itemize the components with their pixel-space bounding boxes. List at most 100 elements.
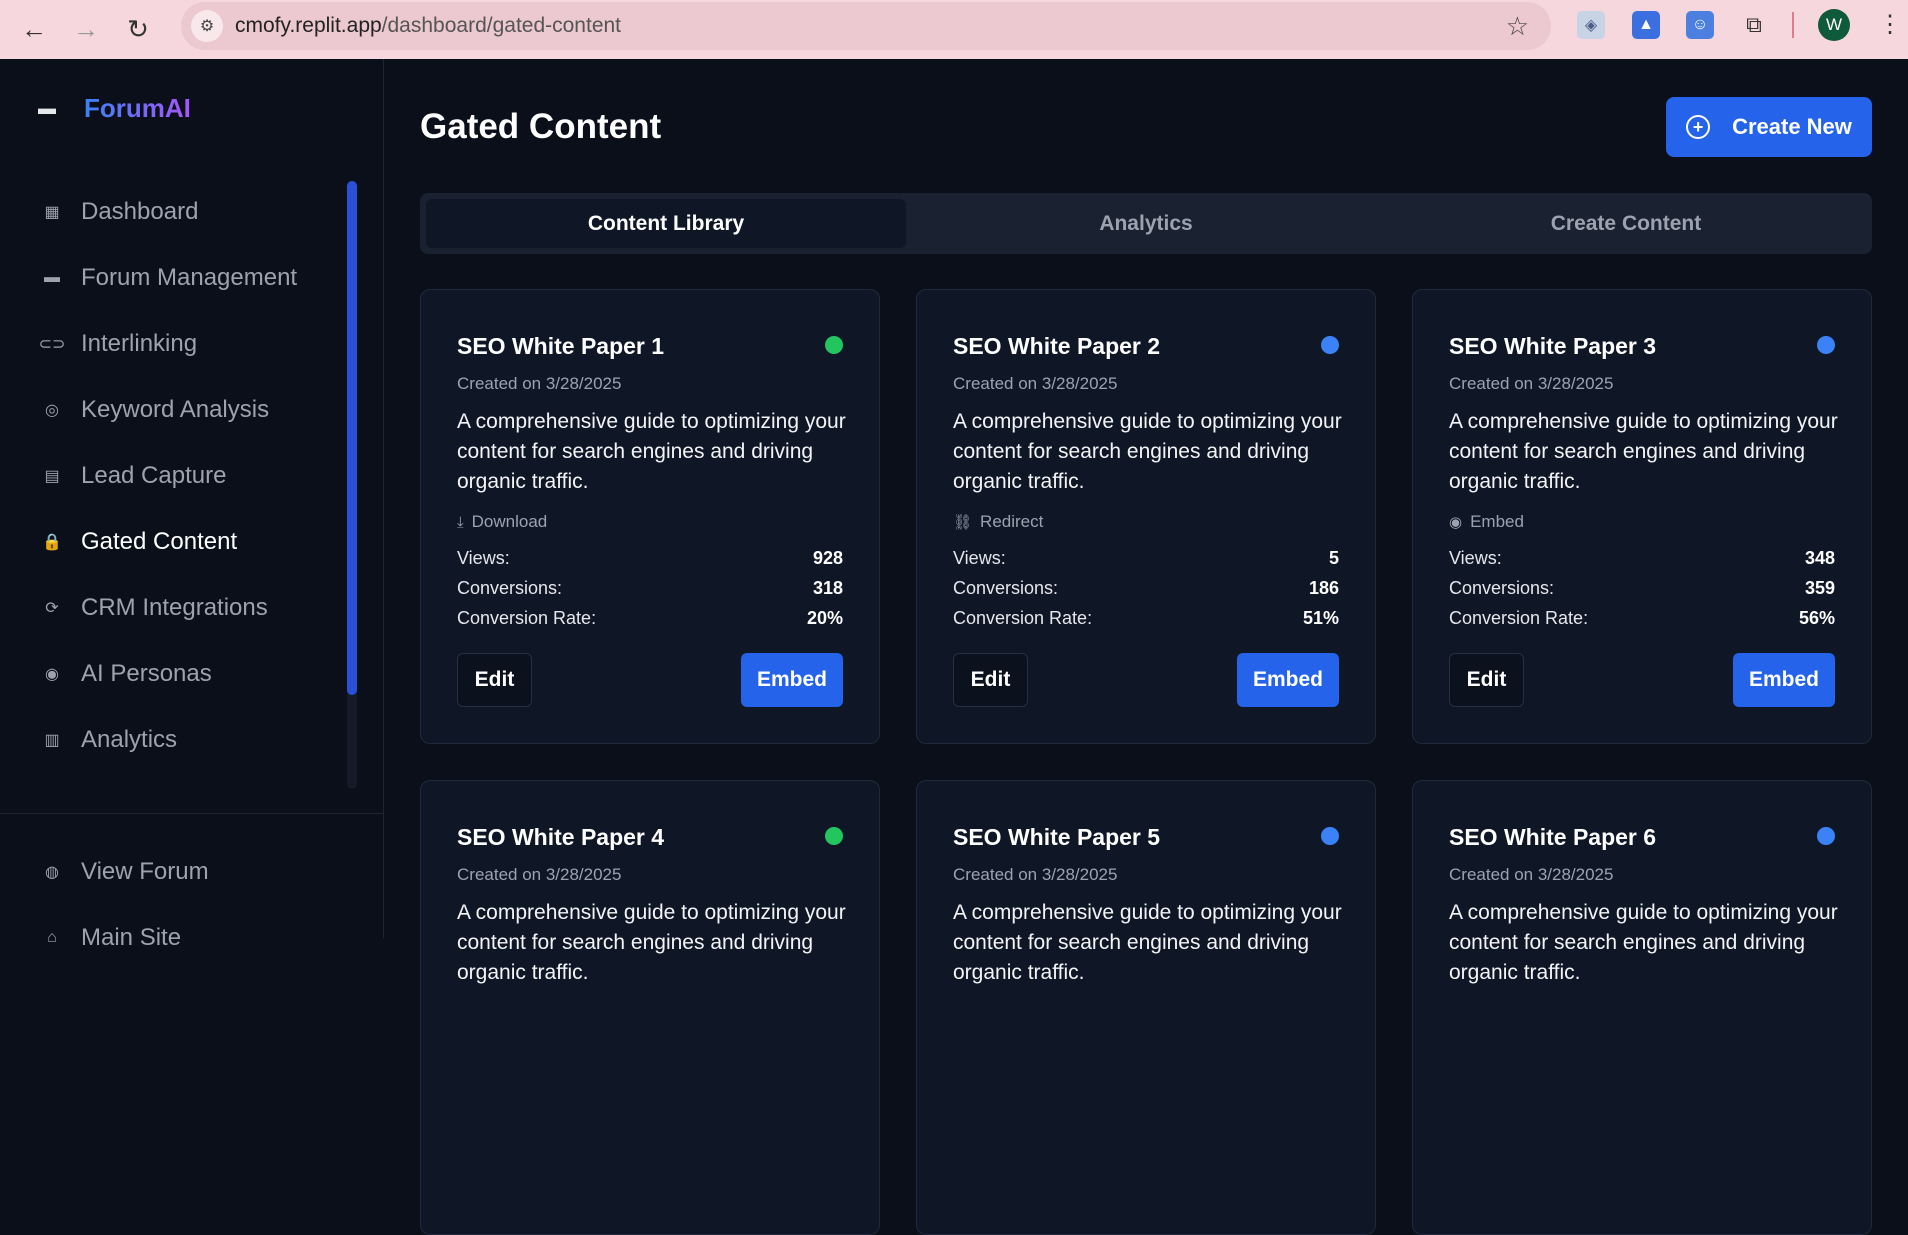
stat-label: Conversions: — [953, 578, 1059, 598]
content-card[interactable]: SEO White Paper 3 Created on 3/28/2025 A c… — [1412, 289, 1872, 744]
status-dot — [1321, 827, 1339, 845]
sidebar-item-label: Forum Management — [81, 264, 298, 291]
stat-label: Conversions: — [1449, 578, 1555, 598]
robot-extension-icon[interactable]: ☺ — [1686, 11, 1714, 39]
triangle-extension-icon[interactable]: ▲ — [1632, 11, 1660, 39]
card-title: SEO White Paper 1 — [457, 333, 665, 359]
stat-value: 348 — [1804, 548, 1835, 568]
sidebar-scrollbar-thumb[interactable] — [347, 181, 357, 695]
profile-avatar[interactable]: W — [1818, 9, 1850, 41]
toolbar-divider — [1792, 12, 1794, 38]
site-settings-icon[interactable]: ⚙ — [191, 10, 223, 42]
card-type-label: Download — [471, 512, 548, 531]
card-date: Created on 3/28/2025 — [953, 374, 1118, 393]
tab-analytics[interactable]: Analytics — [906, 199, 1386, 248]
create-new-button[interactable]: + Create New — [1666, 97, 1872, 157]
content-card[interactable]: SEO White Paper 2 Created on 3/28/2025 A c… — [916, 289, 1376, 744]
sidebar-item-forum-management[interactable]: ▬ Forum Management — [0, 245, 340, 311]
card-date: Created on 3/28/2025 — [457, 374, 622, 393]
sidebar-item-main-site[interactable]: ⌂ Main Site — [0, 905, 340, 971]
embed-button[interactable]: Embed — [1237, 653, 1339, 707]
url-text[interactable]: cmofy.replit.app/dashboard/gated-content — [235, 14, 621, 38]
edit-button[interactable]: Edit — [1449, 653, 1524, 707]
forward-icon[interactable]: → — [68, 12, 104, 48]
card-title: SEO White Paper 4 — [457, 824, 665, 850]
content-card[interactable]: SEO White Paper 5 Created on 3/28/2025 A c… — [916, 780, 1376, 1235]
analytics-icon: ▥ — [44, 732, 60, 749]
stat-rate: Conversion Rate: 56% — [1449, 608, 1835, 629]
sidebar-item-label: Dashboard — [81, 198, 199, 225]
sidebar-item-crm-integrations[interactable]: ⟳ CRM Integrations — [0, 575, 340, 641]
tab-create-content[interactable]: Create Content — [1386, 199, 1866, 248]
sync-icon: ⟳ — [45, 600, 59, 617]
sidebar-item-interlinking[interactable]: ⊂⊃ Interlinking — [0, 311, 340, 377]
tab-content-library[interactable]: Content Library — [426, 199, 906, 248]
stat-value: 20% — [806, 608, 843, 628]
content-card[interactable]: SEO White Paper 1 Created on 3/28/2025 A c… — [420, 289, 880, 744]
card-date: Created on 3/28/2025 — [457, 865, 622, 884]
stat-label: Conversion Rate: — [953, 608, 1093, 628]
stat-label: Conversion Rate: — [1449, 608, 1589, 628]
stat-conversions: Conversions: 186 — [953, 578, 1339, 599]
link-icon: ⛓ — [953, 514, 973, 531]
content-card[interactable]: SEO White Paper 4 Created on 3/28/2025 A c… — [420, 780, 880, 1235]
stat-value: 318 — [812, 578, 843, 598]
extensions-puzzle-icon[interactable]: ⧉ — [1740, 11, 1768, 39]
edit-button[interactable]: Edit — [457, 653, 532, 707]
sidebar-item-label: Analytics — [81, 726, 178, 753]
card-date: Created on 3/28/2025 — [1449, 865, 1614, 884]
forum-icon: ▬ — [44, 269, 60, 286]
status-dot — [825, 827, 843, 845]
edit-button[interactable]: Edit — [953, 653, 1028, 707]
content-card[interactable]: SEO White Paper 6 Created on 3/28/2025 A c… — [1412, 780, 1872, 1235]
brand[interactable]: ▬ ForumAI — [38, 93, 191, 124]
stat-label: Views: — [1449, 548, 1502, 568]
sidebar-divider — [0, 813, 384, 814]
stat-label: Conversions: — [457, 578, 563, 598]
stat-value: 359 — [1804, 578, 1835, 598]
sidebar-item-lead-capture[interactable]: ▤ Lead Capture — [0, 443, 340, 509]
stat-value: 56% — [1798, 608, 1835, 628]
status-dot — [1321, 336, 1339, 354]
stat-value: 5 — [1328, 548, 1339, 568]
sidebar-item-dashboard[interactable]: ▦ Dashboard — [0, 179, 340, 245]
card-description: A comprehensive guide to optimizing your… — [1449, 901, 1838, 984]
sidebar-item-label: AI Personas — [81, 660, 212, 687]
stat-label: Views: — [457, 548, 510, 568]
embed-button[interactable]: Embed — [741, 653, 843, 707]
persona-icon: ◉ — [45, 666, 59, 683]
address-bar[interactable]: ⚙ cmofy.replit.app/dashboard/gated-conte… — [181, 2, 1551, 50]
sidebar-bottom-nav: ◍ View Forum ⌂ Main Site — [0, 839, 340, 971]
status-dot — [1817, 336, 1835, 354]
embed-button[interactable]: Embed — [1733, 653, 1835, 707]
card-type: ⤓ Download — [457, 512, 547, 532]
sidebar-item-analytics[interactable]: ▥ Analytics — [0, 707, 340, 773]
card-title: SEO White Paper 2 — [953, 333, 1161, 359]
document-icon: ▤ — [44, 468, 60, 485]
back-icon[interactable]: ← — [16, 12, 52, 48]
sidebar: ▬ ForumAI ▦ Dashboard ▬ Forum Management ⊂⊃ I… — [0, 59, 384, 951]
sidebar-item-label: View Forum — [81, 858, 209, 885]
reload-icon[interactable]: ↻ — [120, 12, 156, 48]
brand-name: ForumAI — [84, 93, 191, 123]
sidebar-item-keyword-analysis[interactable]: ◎ Keyword Analysis — [0, 377, 340, 443]
card-description: A comprehensive guide to optimizing your… — [457, 901, 846, 984]
sidebar-item-ai-personas[interactable]: ◉ AI Personas — [0, 641, 340, 707]
status-dot — [1817, 827, 1835, 845]
card-description: A comprehensive guide to optimizing your… — [457, 410, 846, 493]
download-icon: ⤓ — [457, 513, 464, 531]
url-path: /dashboard/gated-content — [381, 14, 622, 37]
sidebar-item-view-forum[interactable]: ◍ View Forum — [0, 839, 340, 905]
sidebar-item-gated-content[interactable]: 🔒 Gated Content — [0, 509, 340, 575]
page-title: Gated Content — [420, 107, 662, 146]
sidebar-item-label: Gated Content — [81, 528, 238, 555]
browser-menu-icon[interactable]: ⋮ — [1878, 10, 1902, 39]
dashboard-icon: ▦ — [44, 204, 60, 221]
eye-icon: ◉ — [1449, 514, 1463, 531]
bookmark-star-icon[interactable]: ☆ — [1506, 11, 1529, 42]
sidebar-item-label: Main Site — [81, 924, 182, 951]
sidebar-item-label: Lead Capture — [81, 462, 227, 489]
shield-extension-icon[interactable]: ◈ — [1577, 11, 1605, 39]
stat-rate: Conversion Rate: 51% — [953, 608, 1339, 629]
sidebar-scrollbar[interactable] — [347, 181, 357, 789]
